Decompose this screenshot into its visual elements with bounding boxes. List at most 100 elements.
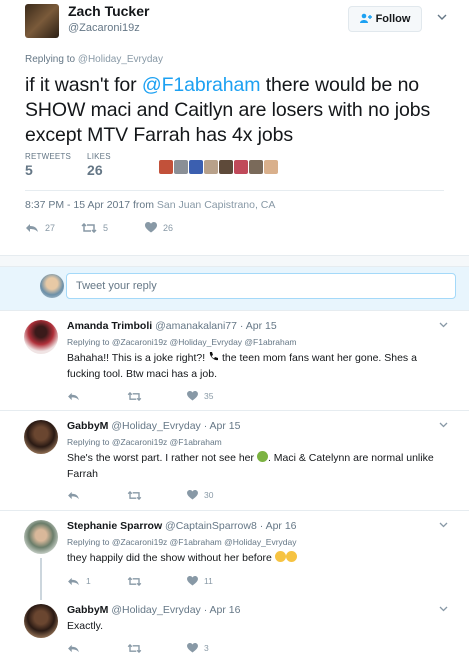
retweets-label: RETWEETS xyxy=(25,152,72,161)
reply-button[interactable]: 1 xyxy=(67,576,127,586)
author-handle[interactable]: @Zacaroni19z xyxy=(68,22,140,34)
avatar[interactable] xyxy=(24,420,58,454)
reply-count: 1 xyxy=(86,576,91,586)
mention-link[interactable]: @F1abraham xyxy=(142,74,261,96)
reply-text: Bahaha!! This is a joke right?! the teen… xyxy=(67,351,437,382)
reply-icon xyxy=(26,223,38,232)
follow-button[interactable]: Follow xyxy=(348,6,422,32)
likers-avatars xyxy=(159,160,278,174)
reply-button[interactable] xyxy=(67,643,127,653)
heart-icon xyxy=(187,490,198,500)
reply-text: they happily did the show without her be… xyxy=(67,551,437,567)
reply-button[interactable] xyxy=(67,391,127,401)
author-name[interactable]: Amanda Trimboli xyxy=(67,320,152,332)
like-button[interactable]: 35 xyxy=(187,391,213,401)
reply-composer: Tweet your reply xyxy=(0,267,469,311)
retweet-button[interactable]: 5 xyxy=(81,222,145,233)
tweet-stats: RETWEETS 5 LIKES 26 xyxy=(25,152,111,178)
reply-input[interactable]: Tweet your reply xyxy=(66,273,456,299)
reply-tweet[interactable]: Stephanie Sparrow @CaptainSparrow8 · Apr… xyxy=(0,511,469,600)
tweet-text-part: if it wasn't for xyxy=(25,74,142,96)
author-name[interactable]: GabbyM xyxy=(67,420,108,432)
reply-tweet[interactable]: Amanda Trimboli @amanakalani77 · Apr 15 … xyxy=(0,311,469,411)
likes-count: 26 xyxy=(87,162,103,178)
replying-to-link[interactable]: @Holiday_Evryday xyxy=(78,54,163,65)
retweets-stat[interactable]: RETWEETS 5 xyxy=(25,152,71,178)
replying-prefix: Replying to xyxy=(25,54,78,65)
like-count: 35 xyxy=(204,391,214,401)
likes-label: LIKES xyxy=(87,152,111,161)
reply-text-part: they happily did the show without her be… xyxy=(67,552,275,564)
liker-avatar[interactable] xyxy=(159,160,173,174)
avatar[interactable] xyxy=(24,320,58,354)
thread-connector xyxy=(40,558,42,600)
reply-count: 27 xyxy=(45,222,56,233)
like-button[interactable]: 26 xyxy=(145,222,173,233)
chevron-down-icon[interactable] xyxy=(439,420,448,430)
replying-to[interactable]: Replying to @Zacaroni19z @F1abraham xyxy=(67,437,222,447)
like-count: 11 xyxy=(204,576,213,586)
heart-icon xyxy=(187,576,198,586)
retweet-icon xyxy=(127,391,142,401)
replying-to: Replying to @Holiday_Evryday xyxy=(25,54,163,65)
retweet-button[interactable] xyxy=(127,643,187,653)
main-tweet: Zach Tucker @Zacaroni19z Follow Replying… xyxy=(0,0,469,255)
avatar[interactable] xyxy=(25,4,59,38)
reply-icon xyxy=(68,491,79,499)
chevron-down-icon[interactable] xyxy=(439,320,448,330)
reply-text: Exactly. xyxy=(67,619,437,635)
liker-avatar[interactable] xyxy=(189,160,203,174)
liker-avatar[interactable] xyxy=(264,160,278,174)
replying-to[interactable]: Replying to @Zacaroni19z @F1abraham @Hol… xyxy=(67,537,297,547)
tweet-text: if it wasn't for @F1abraham there would … xyxy=(25,73,465,148)
liker-avatar[interactable] xyxy=(174,160,188,174)
avatar[interactable] xyxy=(24,520,58,554)
likes-stat[interactable]: LIKES 26 xyxy=(87,152,111,178)
like-button[interactable]: 30 xyxy=(187,490,213,500)
author-meta[interactable]: @Holiday_Evryday · Apr 16 xyxy=(111,604,240,616)
reply-header: GabbyM @Holiday_Evryday · Apr 16 xyxy=(67,604,240,616)
avatar[interactable] xyxy=(24,604,58,638)
retweet-button[interactable] xyxy=(127,490,187,500)
reply-header: GabbyM @Holiday_Evryday · Apr 15 xyxy=(67,420,240,432)
chevron-down-icon[interactable] xyxy=(439,520,448,530)
chevron-down-icon[interactable] xyxy=(437,12,447,23)
heart-icon xyxy=(187,391,198,401)
reply-text-part: She's the worst part. I rather not see h… xyxy=(67,452,257,464)
retweet-icon xyxy=(127,490,142,500)
author-meta[interactable]: @amanakalani77 · Apr 15 xyxy=(155,320,277,332)
reply-button[interactable]: 27 xyxy=(25,222,81,233)
chevron-down-icon[interactable] xyxy=(439,604,448,614)
reply-text: She's the worst part. I rather not see h… xyxy=(67,451,437,482)
section-divider xyxy=(0,255,469,267)
nauseated-face-emoji-icon xyxy=(256,451,268,462)
like-count: 3 xyxy=(204,643,209,653)
reply-actions: 3 xyxy=(67,643,209,653)
liker-avatar[interactable] xyxy=(204,160,218,174)
liker-avatar[interactable] xyxy=(249,160,263,174)
reply-header: Amanda Trimboli @amanakalani77 · Apr 15 xyxy=(67,320,277,332)
author-meta[interactable]: @Holiday_Evryday · Apr 15 xyxy=(111,420,240,432)
tweet-actions: 27 5 26 xyxy=(25,222,173,233)
location-link[interactable]: San Juan Capistrano, CA xyxy=(157,199,275,211)
liker-avatar[interactable] xyxy=(234,160,248,174)
reply-tweet[interactable]: GabbyM @Holiday_Evryday · Apr 16 Exactly… xyxy=(0,597,469,666)
author-meta[interactable]: @CaptainSparrow8 · Apr 16 xyxy=(165,520,296,532)
replying-to[interactable]: Replying to @Zacaroni19z @Holiday_Evryda… xyxy=(67,337,297,347)
liker-avatar[interactable] xyxy=(219,160,233,174)
retweet-icon xyxy=(127,576,142,586)
like-button[interactable]: 11 xyxy=(187,576,213,586)
retweet-button[interactable] xyxy=(127,576,187,586)
like-button[interactable]: 3 xyxy=(187,643,209,653)
reply-actions: 1 11 xyxy=(67,576,213,586)
retweet-icon xyxy=(81,222,97,233)
author-name[interactable]: Zach Tucker xyxy=(68,3,149,19)
author-name[interactable]: GabbyM xyxy=(67,604,108,616)
like-count: 26 xyxy=(163,222,174,233)
reply-button[interactable] xyxy=(67,490,127,500)
reply-tweet[interactable]: GabbyM @Holiday_Evryday · Apr 15 Replyin… xyxy=(0,411,469,511)
author-name[interactable]: Stephanie Sparrow xyxy=(67,520,162,532)
retweet-button[interactable] xyxy=(127,391,187,401)
divider xyxy=(25,190,444,191)
reply-text-part: Exactly. xyxy=(67,620,103,632)
